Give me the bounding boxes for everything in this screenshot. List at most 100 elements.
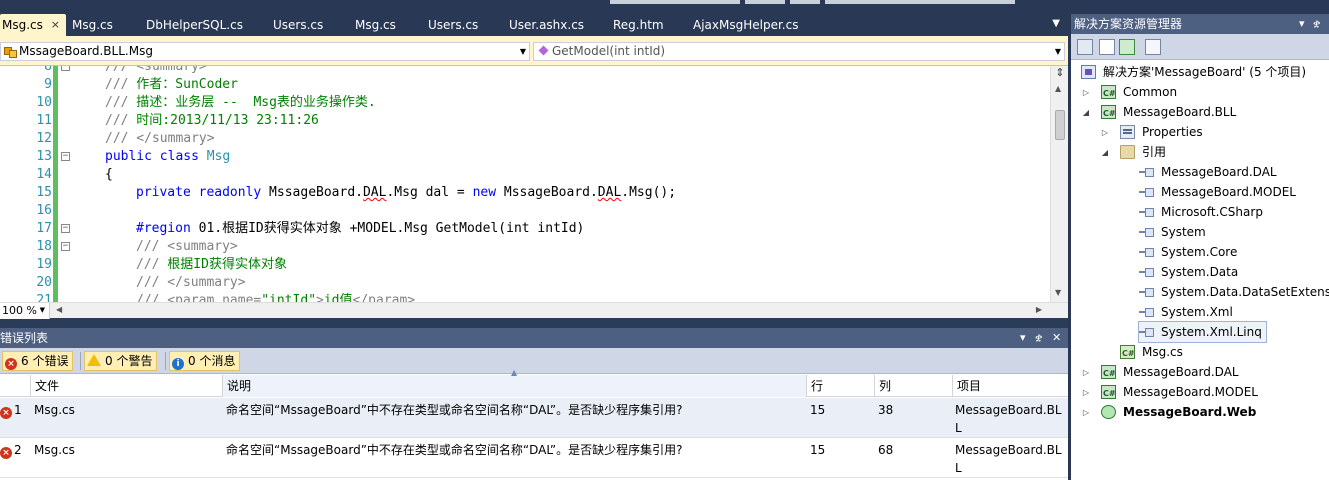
tree-node-reference[interactable]: System.Data.DataSetExtensio <box>1139 282 1329 302</box>
column-header-line[interactable]: 行 <box>806 375 874 397</box>
code-token: /// <param name= <box>136 293 262 302</box>
tree-node-project[interactable]: MessageBoard.MODEL <box>1101 382 1258 404</box>
properties-icon[interactable] <box>1077 39 1093 55</box>
code-token: /// <box>105 113 129 128</box>
code-token-error[interactable]: DAL <box>598 185 621 200</box>
tree-node-references[interactable]: 引用 <box>1120 142 1166 162</box>
editor-tab[interactable]: AjaxMsgHelper.cs <box>693 14 798 36</box>
scroll-down-icon[interactable]: ▼ <box>1055 288 1061 297</box>
editor-tab[interactable]: Reg.htm <box>613 14 664 36</box>
tree-node-solution[interactable]: 解决方案'MessageBoard' (5 个项目) <box>1081 62 1306 82</box>
refresh-icon[interactable] <box>1119 39 1135 55</box>
expand-icon[interactable]: ▷ <box>1081 388 1091 397</box>
column-header-project[interactable]: 项目 <box>952 375 1068 397</box>
messages-filter-button[interactable]: i 0 个消息 <box>169 351 241 371</box>
tree-node-reference[interactable]: System.Core <box>1139 242 1237 262</box>
code-token: .Msg dal = <box>386 185 473 200</box>
code-token: /// <box>136 257 160 272</box>
zoom-value: 100 % <box>2 304 37 317</box>
code-line: /// <param name="intId">id值</param> <box>136 292 415 302</box>
web-project-icon <box>1101 405 1116 419</box>
table-row[interactable]: × 1 Msg.cs 命名空间“MssageBoard”中不存在类型或命名空间名称… <box>0 398 1068 438</box>
chevron-down-icon[interactable]: ▼ <box>1052 43 1064 60</box>
code-line: /// </summary> <box>136 274 246 292</box>
view-class-diagram-icon[interactable] <box>1145 39 1161 55</box>
column-header-file[interactable]: 文件 <box>30 375 222 397</box>
panel-menu-icon[interactable]: ▾ <box>1299 14 1305 34</box>
editor-tab-active[interactable]: Msg.cs × <box>0 14 66 36</box>
collapse-icon[interactable]: − <box>61 66 70 71</box>
tree-node-reference-selected[interactable]: System.Xml.Linq <box>1138 321 1267 343</box>
line-number: 18 <box>36 239 52 254</box>
tree-node-reference[interactable]: Microsoft.CSharp <box>1139 202 1263 222</box>
code-area[interactable]: /// <summary> /// 作者：SunCoder /// 描述：业务层… <box>73 66 1050 302</box>
close-icon[interactable]: ✕ <box>1052 328 1061 348</box>
split-handle-icon[interactable]: ⇕ <box>1053 66 1067 80</box>
editor-tab[interactable]: Users.cs <box>428 14 478 36</box>
pin-icon[interactable]: ቋ <box>1035 328 1042 348</box>
tree-node-project[interactable]: MessageBoard.BLL <box>1101 102 1236 124</box>
chevron-down-icon[interactable]: ▼ <box>40 303 45 318</box>
close-icon[interactable]: × <box>51 14 60 36</box>
show-all-files-icon[interactable] <box>1099 39 1115 55</box>
collapse-icon[interactable]: − <box>61 242 70 251</box>
collapse-icon[interactable]: − <box>61 152 70 161</box>
collapse-icon[interactable]: − <box>61 224 70 233</box>
code-editor[interactable]: 8 9 10 11 12 13 14 15 16 17 18 19 20 21 … <box>0 66 1068 302</box>
description-cell: 命名空间“MssageBoard”中不存在类型或命名空间名称“DAL”。是否缺少… <box>226 443 683 457</box>
editor-status-bar: 100 % ▼ ◀ ▶ <box>0 302 1068 319</box>
code-token: MssageBoard. <box>496 185 598 200</box>
editor-tab[interactable]: Users.cs <box>273 14 323 36</box>
collapse-icon[interactable]: ◢ <box>1081 108 1091 117</box>
line-number: 12 <box>36 131 52 146</box>
tab-label: Msg.cs <box>2 18 43 32</box>
expand-icon[interactable]: ▷ <box>1081 368 1091 377</box>
editor-tab[interactable]: DbHelperSQL.cs <box>146 14 243 36</box>
reference-icon <box>1139 225 1155 239</box>
tree-node-reference[interactable]: System.Data <box>1139 262 1238 282</box>
editor-tab[interactable]: Msg.cs <box>72 14 113 36</box>
solution-explorer-titlebar: 解决方案资源管理器 ▾ ቋ <box>1071 14 1329 34</box>
expand-icon[interactable]: ▷ <box>1100 128 1110 137</box>
panel-menu-icon[interactable]: ▾ <box>1020 328 1026 348</box>
tree-node-project[interactable]: Common <box>1101 82 1177 104</box>
collapse-icon[interactable]: ◢ <box>1100 148 1110 157</box>
tree-node-reference[interactable]: MessageBoard.DAL <box>1139 162 1277 182</box>
tree-label: MessageBoard.DAL <box>1161 165 1277 179</box>
tree-node-reference[interactable]: System <box>1139 222 1206 242</box>
tree-node-startup-project[interactable]: MessageBoard.Web <box>1101 402 1256 422</box>
scroll-thumb[interactable] <box>1055 110 1065 140</box>
chevron-down-icon[interactable]: ▼ <box>517 43 529 60</box>
properties-icon <box>1120 125 1135 139</box>
tree-node-reference[interactable]: System.Xml <box>1139 302 1233 322</box>
column-header-index[interactable] <box>0 375 30 397</box>
tree-node-project[interactable]: MessageBoard.DAL <box>1101 362 1239 384</box>
solution-icon <box>1081 65 1096 79</box>
code-token-error[interactable]: DAL <box>363 185 386 200</box>
table-row[interactable]: × 2 Msg.cs 命名空间“MssageBoard”中不存在类型或命名空间名称… <box>0 438 1068 478</box>
scroll-left-icon[interactable]: ◀ <box>56 305 62 314</box>
toolbar-fragment <box>825 0 1015 4</box>
member-combo[interactable]: GetModel(int intId) ▼ <box>533 42 1065 61</box>
warnings-filter-button[interactable]: 0 个警告 <box>84 351 158 371</box>
line-number: 21 <box>36 293 52 302</box>
type-combo[interactable]: MssageBoard.BLL.Msg ▼ <box>0 42 530 61</box>
editor-tab[interactable]: User.ashx.cs <box>509 14 584 36</box>
expand-icon[interactable]: ▷ <box>1081 408 1091 417</box>
column-header-description[interactable]: 说明 <box>222 375 806 397</box>
tree-node-file[interactable]: Msg.cs <box>1120 342 1183 364</box>
column-header-column[interactable]: 列 <box>874 375 952 397</box>
scroll-right-icon[interactable]: ▶ <box>1036 305 1042 314</box>
tab-list-dropdown-icon[interactable]: ▼ <box>1052 18 1060 29</box>
scroll-up-icon[interactable]: ▲ <box>1055 84 1061 93</box>
tree-node-reference[interactable]: MessageBoard.MODEL <box>1139 182 1296 202</box>
editor-tab[interactable]: Msg.cs <box>355 14 396 36</box>
expand-icon[interactable]: ▷ <box>1081 88 1091 97</box>
vertical-scrollbar[interactable]: ⇕ ▲ ▼ <box>1050 66 1068 302</box>
csharp-file-icon <box>1120 344 1135 364</box>
code-line: /// </summary> <box>105 130 215 148</box>
zoom-combo[interactable]: 100 % ▼ <box>0 303 50 319</box>
tree-node-properties[interactable]: Properties <box>1120 122 1203 142</box>
pin-icon[interactable]: ቋ <box>1313 14 1320 34</box>
errors-filter-button[interactable]: × 6 个错误 <box>2 351 74 371</box>
